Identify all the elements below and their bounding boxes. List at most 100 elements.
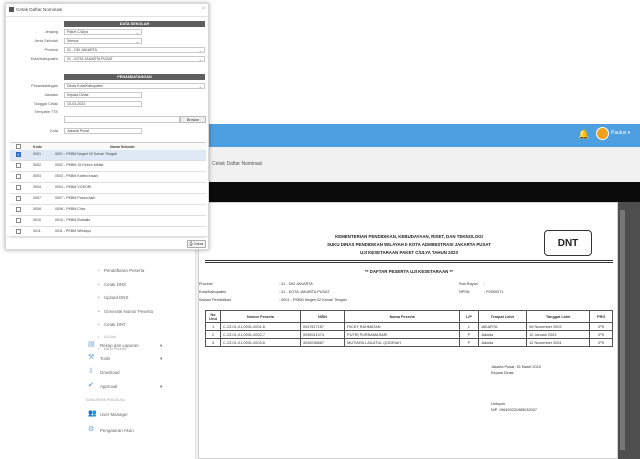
- users-icon: 👥: [88, 410, 97, 417]
- school-row[interactable]: 0008 0008 - PKBM Citra: [10, 205, 206, 216]
- penandatangan-select[interactable]: Dinas Kota/Kabupaten ⌄: [64, 83, 205, 89]
- chevron-down-icon: ⌄: [135, 39, 139, 44]
- dnt-badge: DNT: [544, 230, 592, 256]
- sidebar-item-cetak-dns[interactable]: Cetak DNS: [98, 282, 126, 287]
- user-menu[interactable]: Paulus ▾: [611, 130, 630, 136]
- info-value: : 0001 - PKBM Negeri 02 Kenari Tengah: [279, 298, 347, 302]
- table-cell: MUTIARA LAILATUL QODRIAH: [344, 338, 461, 347]
- school-row[interactable]: 0004 0004 - PKBM VOKORI: [10, 183, 206, 194]
- field-label: Kota: [50, 129, 58, 133]
- table-cell: C-23-01-01-0001-0002-7: [220, 330, 301, 339]
- table-cell: 10 Januari 2003: [526, 330, 591, 339]
- school-code: 0008: [33, 207, 41, 211]
- jenjang-select[interactable]: Paket C/Ulya ⌄: [64, 29, 142, 35]
- row-checkbox[interactable]: [16, 185, 21, 190]
- select-value: Semua: [67, 39, 79, 43]
- sidebar-item-approval[interactable]: Approval: [100, 384, 117, 389]
- school-name: 0001 - PKBM Negeri 02 Kenari Tengah: [55, 152, 118, 156]
- table-cell: Jakarta: [477, 330, 528, 339]
- sidebar-item-uj-link[interactable]: UJ Link: [98, 335, 116, 339]
- report-page: KEMENTERIAN PENDIDIKAN, KEBUDAYAAN, RISE…: [198, 202, 618, 459]
- provinsi-select[interactable]: 01 - DKI JAKARTA ⌄: [64, 47, 205, 53]
- row-checkbox[interactable]: [16, 174, 21, 179]
- column-header: No Urut: [205, 310, 221, 323]
- close-icon[interactable]: ×: [202, 6, 205, 12]
- field-label: Jabatan: [44, 93, 58, 97]
- row-checkbox[interactable]: [16, 196, 21, 201]
- participant-table: No Urut Nomor Peserta NISN Nama Peserta …: [205, 310, 613, 347]
- sign-title: Kepala Dinas: [491, 371, 514, 375]
- row-checkbox[interactable]: ✓: [16, 152, 21, 157]
- scrollbar-thumb[interactable]: [208, 150, 209, 172]
- cetak-modal: Cetak Daftar Nominasi × DATA SEKOLAH Jen…: [5, 3, 209, 250]
- sidebar-item-tools[interactable]: Tools: [100, 356, 110, 361]
- row-checkbox[interactable]: [16, 218, 21, 223]
- select-value: 01 - DKI JAKARTA: [67, 48, 98, 52]
- jenis-sekolah-select[interactable]: Semua ⌄: [64, 38, 142, 44]
- divider: [205, 260, 613, 261]
- download-icon: ⇩: [88, 368, 94, 375]
- info-label: Kota/Kabupaten: [199, 290, 227, 294]
- column-header: Kode: [33, 145, 42, 149]
- field-label: Template TTE: [34, 110, 58, 114]
- kota-select[interactable]: 01 - KOTA JAKARTA PUSAT ⌄: [64, 56, 205, 62]
- table-cell: C-23-01-01-0001-0001-6: [220, 322, 301, 331]
- field-label: Penandatangan: [31, 84, 58, 88]
- pdf-scrollbar[interactable]: [620, 210, 625, 450]
- avatar[interactable]: [596, 127, 609, 140]
- select-all-checkbox[interactable]: [16, 144, 21, 149]
- bell-icon[interactable]: 🔔: [578, 129, 589, 139]
- field-label: Provinsi: [44, 48, 58, 52]
- school-code: 0003: [33, 174, 41, 178]
- table-cell: IPS: [589, 322, 613, 331]
- sign-name: Untoyoh: [491, 402, 506, 406]
- report-subtitle: ** DAFTAR PESERTA UJI KESETARAAN **: [365, 269, 453, 274]
- table-cell: 3040038687: [299, 338, 346, 347]
- sidebar-item-download[interactable]: Download: [100, 370, 120, 375]
- chevron-down-icon: ▾: [160, 384, 163, 389]
- sidebar-item-pendaftaran-peserta[interactable]: Pendaftaran Peserta: [98, 268, 144, 273]
- info-value: : P2990071: [484, 290, 504, 294]
- select-value: Paket C/Ulya: [67, 30, 88, 34]
- sidebar-item-user-manager[interactable]: User Manager: [100, 412, 128, 417]
- browse-button[interactable]: Browse: [180, 116, 206, 123]
- chevron-down-icon: ▾: [160, 356, 163, 361]
- field-label: Tanggal Cetak: [33, 102, 58, 106]
- table-cell: JAKARTA: [477, 322, 528, 331]
- field-label: Jenjang: [44, 30, 58, 34]
- tools-icon: ⚒: [88, 354, 95, 361]
- sign-nip: NIP. 196409231985032007: [491, 408, 537, 412]
- column-header: Tempat Lahir: [477, 310, 528, 323]
- row-checkbox[interactable]: [16, 229, 21, 234]
- field-label: Jenis Sekolah: [34, 39, 58, 43]
- school-code: 0007: [33, 196, 41, 200]
- school-row[interactable]: 0002 0002 - PKBM 15 Kebon Melati: [10, 161, 206, 172]
- school-row[interactable]: 0003 0003 - PKBM Kartini Insani: [10, 172, 206, 183]
- row-checkbox[interactable]: [16, 163, 21, 168]
- sidebar-item-pengaturan-akun[interactable]: Pengaturan Akun: [100, 428, 134, 433]
- table-row: 3 C-23-01-01-0001-0003-6 3040038687 MUTI…: [205, 338, 613, 347]
- kota-ttd-input[interactable]: Jakarta Pusat: [64, 128, 142, 134]
- school-code: 0011: [33, 229, 41, 233]
- sidebar-item-upload-dns[interactable]: Upload DNS: [98, 295, 129, 300]
- sidebar-item-rekap-laporan[interactable]: Rekap dan Laporan: [100, 343, 139, 348]
- chevron-down-icon: ⌄: [198, 57, 202, 62]
- school-row[interactable]: ✓ 0001 0001 - PKBM Negeri 02 Kenari Teng…: [10, 150, 206, 161]
- cetak-button[interactable]: ⎙ Cetak: [187, 240, 206, 248]
- template-tte-file-input[interactable]: [64, 116, 180, 123]
- column-header: PRG: [589, 310, 613, 323]
- row-checkbox[interactable]: [16, 207, 21, 212]
- sidebar-item-generate-nomor[interactable]: Generate Nomor Peserta: [98, 309, 153, 314]
- school-list-scrollbar[interactable]: [208, 142, 209, 236]
- school-code: 0001: [33, 152, 41, 156]
- jabatan-input[interactable]: Kepala Dinas: [64, 92, 142, 98]
- tanggal-cetak-input[interactable]: 15-03-2023: [64, 101, 142, 107]
- info-label: Sub Rayon: [459, 282, 478, 286]
- school-row[interactable]: 0007 0007 - PKBM Panca Asih: [10, 194, 206, 205]
- school-row[interactable]: 0010 0010 - PKBM Bulaatis: [10, 216, 206, 227]
- table-cell: L: [459, 322, 479, 331]
- section-data-sekolah: DATA SEKOLAH: [64, 21, 205, 27]
- info-label: Satuan Pendidikan: [199, 298, 231, 302]
- sidebar-item-cetak-dnt[interactable]: Cetak DNT: [98, 322, 126, 327]
- divider: [205, 262, 613, 263]
